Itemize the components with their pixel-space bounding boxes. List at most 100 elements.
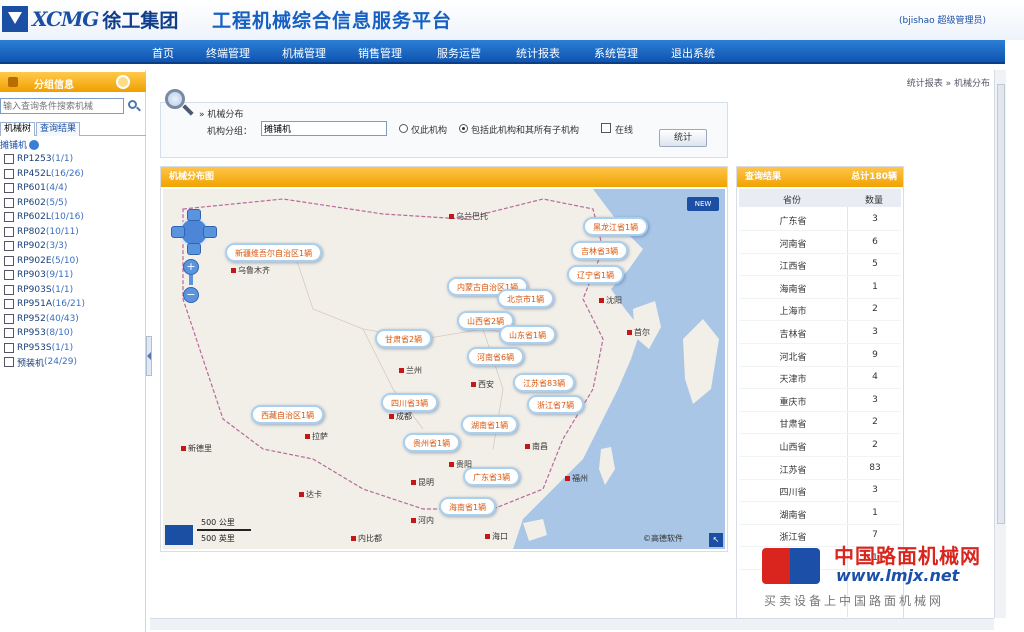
count-cell: 2: [872, 304, 878, 314]
map-callout[interactable]: 河南省6辆: [467, 347, 525, 366]
tab-query-results[interactable]: 查询结果: [36, 122, 81, 136]
map-callout[interactable]: 西藏自治区1辆: [251, 405, 325, 424]
province-cell: 四川省: [779, 488, 807, 498]
checkbox[interactable]: [4, 197, 14, 208]
scroll-thumb[interactable]: [997, 84, 1005, 524]
tree-item[interactable]: RP903 (9/11): [4, 268, 144, 283]
online-checkbox[interactable]: [601, 123, 611, 133]
zoom-out-button[interactable]: −: [183, 287, 199, 303]
checkbox[interactable]: [4, 154, 14, 165]
checkbox[interactable]: [4, 241, 14, 252]
map-callout[interactable]: 湖南省1辆: [461, 415, 519, 434]
checkbox[interactable]: [4, 212, 14, 223]
checkbox[interactable]: [4, 313, 14, 324]
map-callout[interactable]: 山东省1辆: [499, 325, 557, 344]
table-row: 上海市 2: [739, 298, 901, 321]
model-count: (5/5): [45, 197, 68, 208]
stats-title: 查询结果: [745, 172, 782, 182]
checkbox[interactable]: [4, 284, 14, 295]
map-callout[interactable]: 四川省3辆: [381, 393, 439, 412]
tree-item[interactable]: RP902E (5/10): [4, 254, 144, 269]
tree-root[interactable]: 摊铺机: [0, 138, 40, 151]
map-callout[interactable]: 江苏省83辆: [513, 373, 576, 392]
tree-item[interactable]: 预装机 (24/29): [4, 355, 144, 370]
xcmg-logo[interactable]: XCMG 徐工集团: [0, 4, 178, 34]
map-corner-button[interactable]: ↖: [709, 533, 723, 547]
pan-left-icon[interactable]: [171, 226, 185, 238]
nav-machine[interactable]: 机械管理: [282, 45, 326, 61]
group-input[interactable]: [261, 121, 387, 136]
tree-item[interactable]: RP953 (8/10): [4, 326, 144, 341]
table-row: 四川省 3: [739, 479, 901, 502]
map-callout[interactable]: 浙江省7辆: [527, 395, 585, 414]
zoom-slider[interactable]: [189, 275, 193, 285]
map-callout[interactable]: 甘肃省2辆: [375, 329, 433, 348]
new-badge[interactable]: NEW: [687, 197, 719, 211]
map-callout[interactable]: 吉林省3辆: [571, 241, 629, 260]
col-province: 省份: [783, 196, 802, 206]
map-callout[interactable]: 黑龙江省1辆: [583, 217, 649, 236]
search-button[interactable]: [126, 98, 142, 114]
checkbox[interactable]: [4, 183, 14, 194]
tree-item[interactable]: RP602 (5/5): [4, 196, 144, 211]
tree-item[interactable]: RP602L (10/16): [4, 210, 144, 225]
tab-machine-tree[interactable]: 机械树: [0, 122, 36, 136]
pan-down-icon[interactable]: [187, 243, 201, 255]
radio-include-children[interactable]: [459, 124, 468, 133]
tree-item[interactable]: RP953S (1/1): [4, 341, 144, 356]
checkbox[interactable]: [4, 226, 14, 237]
model-name: RP951A: [17, 299, 53, 310]
tree-item[interactable]: RP951A (16/21): [4, 297, 144, 312]
province-cell: 上海市: [779, 307, 807, 317]
section-label: » 机械分布: [199, 110, 244, 120]
stat-button[interactable]: 统计: [659, 129, 707, 147]
province-cell: 广东省: [779, 217, 807, 227]
checkbox[interactable]: [4, 342, 14, 353]
checkbox[interactable]: [4, 328, 14, 339]
nav-terminal[interactable]: 终端管理: [206, 45, 250, 61]
pan-up-icon[interactable]: [187, 209, 201, 221]
tree-item[interactable]: RP952 (40/43): [4, 312, 144, 327]
machine-search-input[interactable]: [0, 98, 124, 114]
checkbox[interactable]: [4, 168, 14, 179]
checkbox[interactable]: [4, 299, 14, 310]
tree-item[interactable]: RP601 (4/4): [4, 181, 144, 196]
checkbox[interactable]: [4, 357, 14, 368]
pan-right-icon[interactable]: [203, 226, 217, 238]
nav-sales[interactable]: 销售管理: [358, 45, 402, 61]
checkbox[interactable]: [4, 255, 14, 266]
tree-item[interactable]: RP903S (1/1): [4, 283, 144, 298]
model-count: (16/21): [52, 299, 85, 310]
map-callout[interactable]: 新疆维吾尔自治区1辆: [225, 243, 323, 262]
site-title: 工程机械综合信息服务平台: [212, 10, 453, 32]
nav-reports[interactable]: 统计报表: [516, 45, 560, 61]
nav-home[interactable]: 首页: [152, 45, 174, 61]
map-pan-control[interactable]: [171, 209, 217, 255]
model-count: (40/43): [45, 313, 79, 324]
scale-mi: 500 英里: [201, 534, 235, 543]
magnifier-icon: [163, 87, 194, 117]
checkbox[interactable]: [4, 270, 14, 281]
tree-item[interactable]: RP452L (16/26): [4, 167, 144, 182]
distribution-map[interactable]: + − NEW 新疆维吾尔自治区1辆 黑龙江省1辆 吉林省3辆 辽宁省1辆 内蒙…: [163, 189, 725, 549]
city-label: 福州: [565, 473, 588, 484]
map-callout[interactable]: 海南省1辆: [439, 497, 497, 516]
model-name: RP953S: [17, 342, 52, 353]
zoom-in-button[interactable]: +: [183, 259, 199, 275]
map-callout[interactable]: 辽宁省1辆: [567, 265, 625, 284]
tree-item[interactable]: RP1253 (1/1): [4, 152, 144, 167]
nav-logout[interactable]: 退出系统: [671, 45, 715, 61]
nav-service[interactable]: 服务运营: [437, 45, 481, 61]
count-cell: 3: [872, 395, 878, 405]
city-label: 乌兰巴托: [449, 211, 488, 222]
tree-item[interactable]: RP902 (3/3): [4, 239, 144, 254]
refresh-icon[interactable]: [29, 139, 40, 150]
nav-system[interactable]: 系统管理: [594, 45, 638, 61]
map-callout[interactable]: 北京市1辆: [497, 289, 555, 308]
map-callout[interactable]: 贵州省1辆: [403, 433, 461, 452]
user-info[interactable]: (bjishao 超级管理员): [899, 13, 986, 26]
tree-item[interactable]: RP802 (10/11): [4, 225, 144, 240]
radio-only-this[interactable]: [399, 124, 408, 133]
settings-icon[interactable]: [116, 75, 130, 89]
site-watermark: 中国路面机械网 www.lmjx.net 买卖设备上中国路面机械网: [758, 536, 1020, 628]
